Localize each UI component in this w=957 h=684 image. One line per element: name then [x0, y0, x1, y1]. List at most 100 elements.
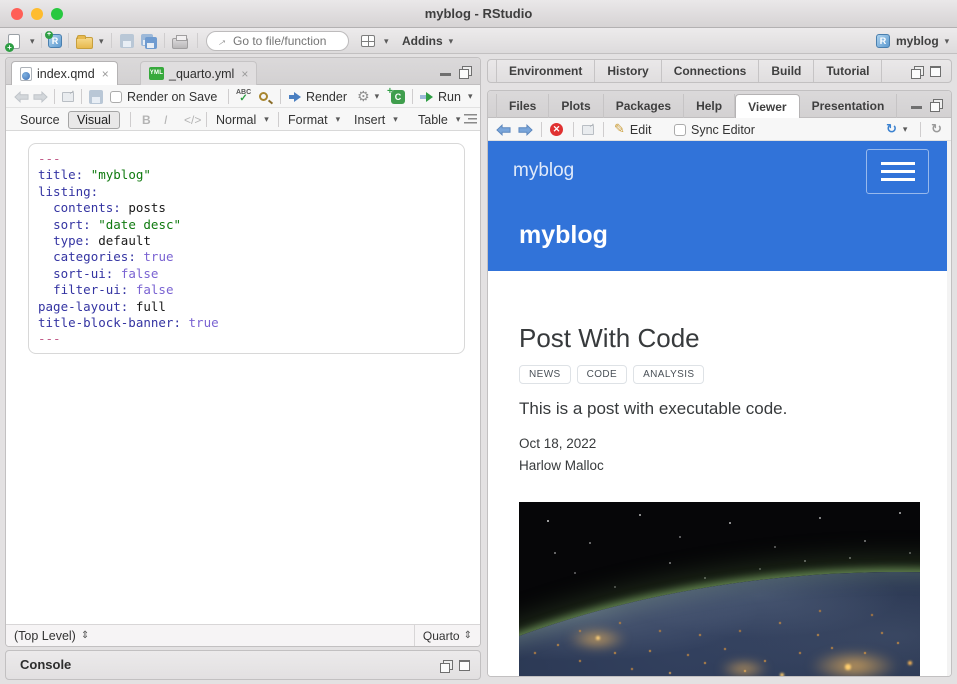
- format-menu[interactable]: Format▾: [288, 111, 340, 128]
- open-recent-caret[interactable]: ▾: [99, 32, 104, 50]
- category-badge[interactable]: NEWS: [519, 365, 571, 384]
- save-all-button[interactable]: [141, 32, 157, 50]
- goto-file-function-box[interactable]: →: [206, 31, 349, 51]
- navbar-toggle-button[interactable]: [866, 149, 929, 194]
- minimize-pane-icon[interactable]: [911, 106, 922, 109]
- tab-packages[interactable]: Packages: [604, 94, 684, 118]
- tab-quarto-yml[interactable]: YML _quarto.yml ×: [140, 61, 257, 85]
- editor-toolbar: Render on Save ABC✓ Render ⚙ ▾ C Run ▾: [6, 85, 480, 108]
- tab-presentation[interactable]: Presentation: [800, 94, 898, 118]
- spellcheck-icon: ABC✓: [236, 90, 251, 103]
- render-button[interactable]: Render: [289, 88, 347, 105]
- print-button[interactable]: [172, 32, 188, 50]
- code-line: categories: true: [38, 249, 464, 265]
- goto-file-function-input[interactable]: [233, 34, 338, 48]
- restore-pane-icon[interactable]: [911, 66, 922, 77]
- insert-chunk-button[interactable]: C: [391, 88, 405, 105]
- category-badge[interactable]: CODE: [577, 365, 628, 384]
- post-image-earth-night[interactable]: [519, 502, 920, 677]
- project-name: myblog: [896, 34, 939, 48]
- tab-files[interactable]: Files: [496, 94, 549, 118]
- paragraph-style-dropdown[interactable]: Normal▾: [216, 111, 269, 128]
- stop-icon: ✕: [550, 123, 563, 136]
- viewer-edit-button[interactable]: ✎ Edit: [614, 121, 651, 138]
- restore-pane-icon[interactable]: [459, 66, 470, 77]
- yaml-code-block[interactable]: ---title: "myblog"listing: contents: pos…: [28, 143, 465, 354]
- italic-button[interactable]: I: [164, 111, 167, 128]
- close-tab-icon[interactable]: ×: [241, 67, 248, 81]
- tab-plots[interactable]: Plots: [549, 94, 603, 118]
- open-file-button[interactable]: [76, 32, 93, 50]
- new-file-menu-caret[interactable]: ▾: [30, 32, 35, 50]
- editor-format-bar: Source Visual B I </> Normal▾ Format▾ In…: [6, 108, 480, 131]
- tab-connections[interactable]: Connections: [662, 60, 760, 82]
- viewer-sync-button[interactable]: ↻ ▾: [886, 121, 907, 138]
- code-line: sort-ui: false: [38, 266, 464, 282]
- pane-layout-button[interactable]: [361, 32, 375, 50]
- close-tab-icon[interactable]: ×: [102, 67, 109, 81]
- category-badge[interactable]: ANALYSIS: [633, 365, 704, 384]
- run-button[interactable]: Run ▾: [420, 88, 472, 105]
- open-in-new-window-button[interactable]: [62, 88, 74, 105]
- spellcheck-button[interactable]: ABC✓: [236, 88, 251, 105]
- post-title[interactable]: Post With Code: [519, 323, 700, 354]
- source-mode-button[interactable]: Source: [12, 111, 68, 128]
- search-icon: [259, 92, 268, 101]
- tab-help[interactable]: Help: [684, 94, 735, 118]
- environment-tab-strip: EnvironmentHistoryConnectionsBuildTutori…: [496, 60, 882, 82]
- render-on-save-label: Render on Save: [127, 88, 217, 105]
- tab-tutorial[interactable]: Tutorial: [814, 60, 882, 82]
- viewer-scrollbar[interactable]: [947, 141, 951, 677]
- code-button[interactable]: </>: [184, 111, 201, 128]
- viewer-pane: FilesPlotsPackagesHelpViewerPresentation…: [487, 90, 952, 677]
- minimize-pane-icon[interactable]: [440, 73, 451, 76]
- save-all-icon: [141, 34, 157, 49]
- table-menu[interactable]: Table▾: [418, 111, 460, 128]
- addins-label: Addins: [402, 34, 443, 48]
- viewer-stop-button[interactable]: ✕: [550, 121, 563, 138]
- viewer-refresh-button[interactable]: ↻: [931, 121, 942, 138]
- viewer-popout-button[interactable]: [582, 121, 594, 138]
- scope-selector[interactable]: (Top Level)⇕: [14, 627, 89, 644]
- maximize-pane-icon[interactable]: [930, 66, 941, 77]
- popout-icon: [62, 92, 74, 102]
- maximize-pane-icon[interactable]: [459, 660, 470, 671]
- insert-menu[interactable]: Insert▾: [354, 111, 398, 128]
- pane-layout-caret[interactable]: ▾: [384, 32, 389, 50]
- code-line: title-block-banner: true: [38, 315, 464, 331]
- tab-viewer[interactable]: Viewer: [735, 94, 799, 118]
- viewer-forward-button[interactable]: [518, 121, 533, 138]
- restore-pane-icon[interactable]: [440, 660, 451, 671]
- editor-tab-label: _quarto.yml: [169, 67, 234, 81]
- sync-editor-checkbox[interactable]: [674, 121, 686, 138]
- render-icon: [289, 92, 301, 102]
- tab-build[interactable]: Build: [759, 60, 814, 82]
- code-line: ---: [38, 151, 464, 167]
- tab-history[interactable]: History: [595, 60, 661, 82]
- navbar-brand[interactable]: myblog: [513, 160, 574, 182]
- save-document-button[interactable]: [89, 88, 103, 105]
- doc-type-selector[interactable]: Quarto⇕: [414, 625, 480, 646]
- save-button[interactable]: [120, 32, 134, 50]
- project-menu[interactable]: R myblog ▾: [876, 32, 949, 50]
- post-date: Oct 18, 2022: [519, 436, 596, 451]
- viewer-back-button[interactable]: [496, 121, 511, 138]
- render-label: Render: [306, 90, 347, 104]
- render-on-save-checkbox[interactable]: [110, 88, 122, 105]
- forward-button[interactable]: [33, 88, 48, 105]
- post-categories: NEWS CODE ANALYSIS: [519, 365, 704, 384]
- back-button[interactable]: [14, 88, 29, 105]
- visual-mode-button[interactable]: Visual: [68, 111, 120, 128]
- new-project-button[interactable]: R+: [48, 32, 62, 50]
- code-line: type: default: [38, 233, 464, 249]
- environment-pane: EnvironmentHistoryConnectionsBuildTutori…: [487, 59, 952, 83]
- outline-toggle-button[interactable]: [464, 111, 477, 128]
- restore-pane-icon[interactable]: [930, 99, 941, 110]
- render-options-button[interactable]: ⚙ ▾: [357, 88, 379, 105]
- tab-environment[interactable]: Environment: [496, 60, 595, 82]
- addins-menu[interactable]: Addins ▾: [402, 32, 453, 50]
- find-replace-button[interactable]: [259, 88, 268, 105]
- new-file-button[interactable]: +: [8, 32, 20, 50]
- tab-index-qmd[interactable]: index.qmd ×: [11, 61, 118, 86]
- bold-button[interactable]: B: [142, 111, 151, 128]
